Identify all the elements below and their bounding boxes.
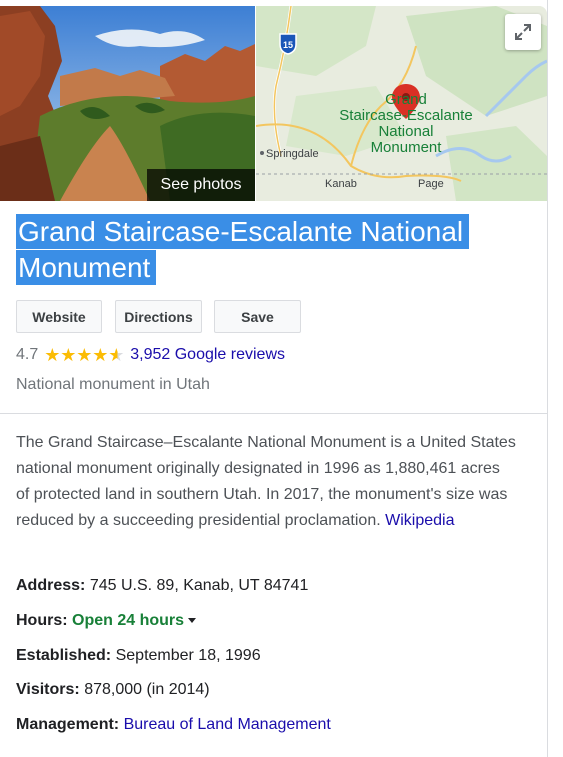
- map-place-kanab: Kanab: [325, 178, 357, 190]
- established-value: September 18, 1996: [115, 647, 261, 664]
- svg-text:National: National: [378, 123, 433, 140]
- fact-established: Established: September 18, 1996: [16, 647, 261, 665]
- springdale-dot: [260, 151, 264, 155]
- save-button[interactable]: Save: [214, 300, 301, 333]
- expand-icon: [515, 24, 531, 40]
- fact-visitors: Visitors: 878,000 (in 2014): [16, 681, 210, 699]
- place-title: Grand Staircase-Escalante National Monum…: [16, 214, 470, 286]
- star-icon: ★: [92, 345, 109, 365]
- map-place-page: Page: [418, 178, 444, 190]
- website-button[interactable]: Website: [16, 300, 102, 333]
- map-image: 15 Grand Staircase-Escalante National Mo…: [256, 6, 547, 201]
- svg-text:15: 15: [283, 40, 293, 50]
- map-place-springdale: Springdale: [266, 148, 319, 160]
- interstate-15-badge: 15: [279, 33, 297, 55]
- fact-label: Address:: [16, 577, 86, 594]
- divider: [0, 413, 547, 414]
- caret-down-icon[interactable]: [188, 618, 197, 624]
- hours-value[interactable]: Open 24 hours: [72, 612, 184, 629]
- fact-address: Address: 745 U.S. 89, Kanab, UT 84741: [16, 577, 308, 595]
- half-star-icon: ★: [108, 345, 125, 365]
- directions-button[interactable]: Directions: [115, 300, 202, 333]
- map-thumbnail[interactable]: 15 Grand Staircase-Escalante National Mo…: [256, 6, 547, 201]
- star-icon: ★: [60, 345, 77, 365]
- svg-text:Grand: Grand: [385, 91, 427, 108]
- fact-label: Hours:: [16, 612, 68, 629]
- title-line-1: Grand Staircase-Escalante National: [16, 214, 470, 249]
- fact-hours: Hours: Open 24 hours: [16, 612, 197, 630]
- rating-row: 4.7 ★ ★ ★ ★ ★ 3,952 Google reviews: [16, 344, 285, 366]
- management-link[interactable]: Bureau of Land Management: [124, 716, 331, 733]
- svg-text:Monument: Monument: [371, 139, 443, 156]
- fact-label: Visitors:: [16, 681, 80, 698]
- star-icon: ★: [76, 345, 93, 365]
- address-value: 745 U.S. 89, Kanab, UT 84741: [89, 577, 309, 594]
- reviews-link[interactable]: 3,952 Google reviews: [130, 346, 285, 364]
- see-photos-button[interactable]: See photos: [147, 169, 255, 201]
- svg-text:Staircase-Escalante: Staircase-Escalante: [339, 107, 472, 124]
- expand-map-button[interactable]: [505, 14, 541, 50]
- wikipedia-link[interactable]: Wikipedia: [385, 512, 454, 529]
- rating-value: 4.7: [16, 346, 39, 363]
- star-rating: ★ ★ ★ ★ ★: [44, 346, 124, 364]
- landscape-photo[interactable]: See photos: [0, 6, 255, 201]
- fact-management: Management: Bureau of Land Management: [16, 716, 331, 734]
- fact-label: Established:: [16, 647, 112, 664]
- visitors-value: 878,000 (in 2014): [84, 681, 210, 698]
- fact-label: Management:: [16, 716, 120, 733]
- media-strip: See photos 15 Grand Staircase-Escalante …: [0, 6, 547, 201]
- knowledge-panel: See photos 15 Grand Staircase-Escalante …: [0, 0, 548, 757]
- description: The Grand Staircase–Escalante National M…: [16, 430, 516, 534]
- title-line-2: Monument: [16, 250, 157, 285]
- place-category: National monument in Utah: [16, 376, 210, 393]
- star-icon: ★: [44, 345, 61, 365]
